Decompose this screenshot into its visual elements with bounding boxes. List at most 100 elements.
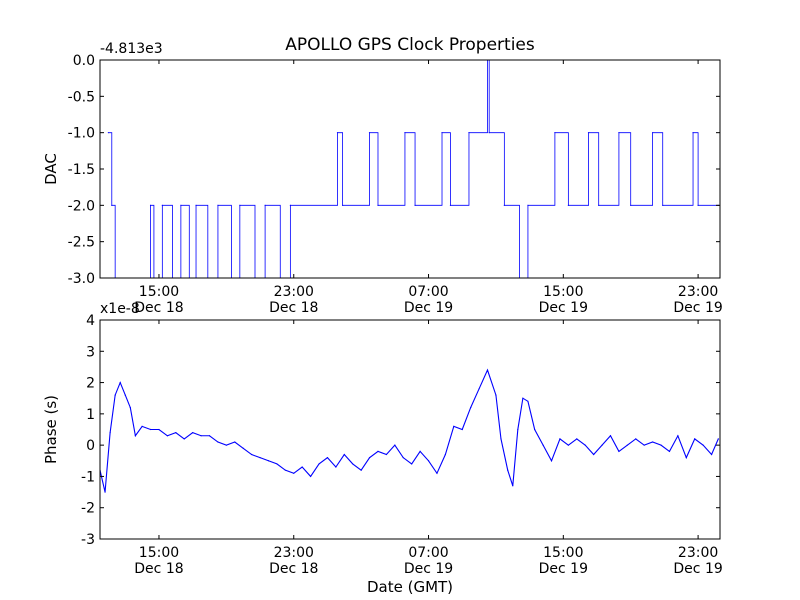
data-point [276,463,278,465]
data-point [114,394,116,396]
data-point [158,428,160,431]
data-point [342,204,344,206]
plot-area [100,320,720,539]
data-point [522,397,524,399]
data-point [301,466,303,468]
y-tick-label: 3 [86,344,95,360]
x-tick-time-label: 15:00 [543,284,583,300]
data-point [453,425,455,427]
data-point [710,453,713,456]
data-point [697,204,699,206]
data-point [618,132,620,134]
data-point [542,444,544,446]
plot-area [100,60,720,278]
y-tick-label: 1 [86,407,95,423]
data-point [692,132,694,134]
data-point [119,381,121,384]
data-point [217,204,219,206]
data-point [584,444,586,446]
data-point [662,204,664,206]
data-point [107,132,110,134]
data-point [242,447,244,449]
data-point [104,491,106,493]
data-point [593,453,595,456]
y-tick-label: -3.0 [68,271,95,287]
data-point [183,438,185,440]
x-tick-date-label: Dec 19 [539,561,588,577]
data-point [576,438,578,440]
x-tick-date-label: Dec 18 [269,561,318,577]
data-point [149,204,152,206]
data-point [517,428,519,431]
data-point [618,450,620,452]
data-point [554,132,556,134]
data-point [264,204,266,206]
data-point [368,457,371,459]
y-tick-label: 4 [86,313,95,329]
data-point [461,428,463,431]
data-point [385,453,388,456]
x-tick-date-label: Dec 19 [404,561,453,577]
data-point [208,435,211,437]
axis-offset-label: -4.813e3 [100,41,163,57]
data-point [527,400,529,402]
data-point [343,453,345,456]
data-point [702,444,704,446]
data-point [567,204,569,206]
y-tick-label: -0.5 [68,89,95,105]
x-tick-time-label: 15:00 [139,284,179,300]
data-point [468,132,470,134]
data-point [377,204,379,206]
data-point [192,432,194,434]
data-point [111,204,113,206]
data-point [652,132,654,134]
y-tick-label: -1.0 [68,126,95,142]
data-point [180,204,182,206]
data-point [284,469,286,471]
y-tick-label: 0.0 [73,53,95,69]
data-point [488,132,490,134]
x-tick-date-label: Dec 19 [539,300,588,316]
data-point [360,469,362,471]
x-tick-date-label: Dec 19 [673,561,722,577]
data-point [134,435,136,437]
data-point [441,132,443,134]
chart-title: APOLLO GPS Clock Properties [285,35,535,55]
data-point [660,444,662,446]
data-point [161,204,163,206]
y-tick-label: -1 [81,469,95,485]
data-point [217,441,219,443]
data-point [352,463,354,465]
x-tick-date-label: Dec 19 [673,300,722,316]
x-tick-time-label: 23:00 [678,545,718,561]
data-point [267,460,270,462]
data-point [293,472,295,474]
y-tick-label: 0 [86,438,95,454]
x-tick-time-label: 15:00 [543,545,583,561]
data-point [402,457,404,459]
data-point [234,441,236,443]
data-point [470,407,472,409]
y-tick-label: -2 [81,501,95,517]
data-point [550,460,553,462]
data-point [668,450,671,452]
x-tick-date-label: Dec 18 [269,300,318,316]
data-point [368,132,371,134]
data-point [427,460,430,462]
y-tick-label: -1.5 [68,162,95,178]
y-tick-label: -2.0 [68,198,95,214]
data-point [503,204,505,206]
x-axis-label: Date (GMT) [367,578,453,596]
data-point [643,444,645,446]
data-point [259,457,261,459]
data-point [124,394,126,396]
data-point [175,432,177,434]
data-point [377,450,379,452]
data-point [251,453,253,456]
data-point [419,450,421,452]
x-tick-time-label: 23:00 [678,284,718,300]
data-point [717,438,719,440]
data-point [694,438,696,440]
data-point [652,441,654,443]
data-point [630,204,632,206]
